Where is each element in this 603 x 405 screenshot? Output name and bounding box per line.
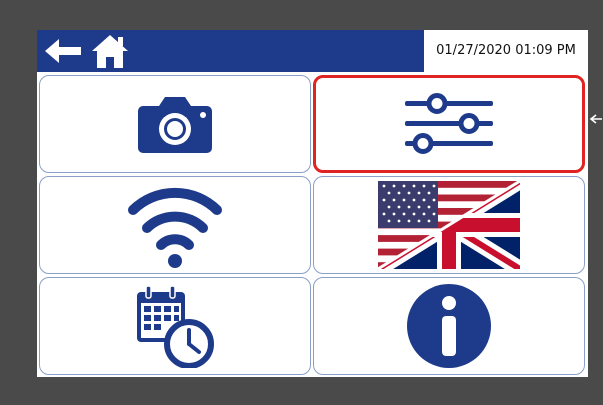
wifi-tile[interactable]: [39, 176, 311, 274]
wifi-icon: [128, 187, 222, 268]
home-icon: [92, 35, 128, 68]
settings-tile[interactable]: [313, 75, 585, 173]
calendar-clock-icon: [137, 285, 214, 368]
camera-tile[interactable]: [39, 75, 311, 173]
back-arrow-icon: [45, 39, 81, 63]
info-icon: [407, 284, 491, 368]
back-button[interactable]: [45, 39, 83, 67]
datetime-display: 01/27/2020 01:09 PM: [424, 30, 588, 72]
camera-icon: [138, 97, 212, 153]
info-tile[interactable]: [313, 277, 585, 375]
nav-bar: [37, 30, 424, 72]
top-bar: 01/27/2020 01:09 PM: [37, 30, 588, 72]
home-button[interactable]: [92, 34, 128, 72]
sliders-icon: [405, 93, 493, 154]
pointer-arrow-icon: [589, 114, 602, 124]
us-uk-flag-icon: [378, 181, 520, 269]
language-tile[interactable]: [313, 176, 585, 274]
device-screen: 01/27/2020 01:09 PM: [37, 30, 588, 377]
schedule-tile[interactable]: [39, 277, 311, 375]
